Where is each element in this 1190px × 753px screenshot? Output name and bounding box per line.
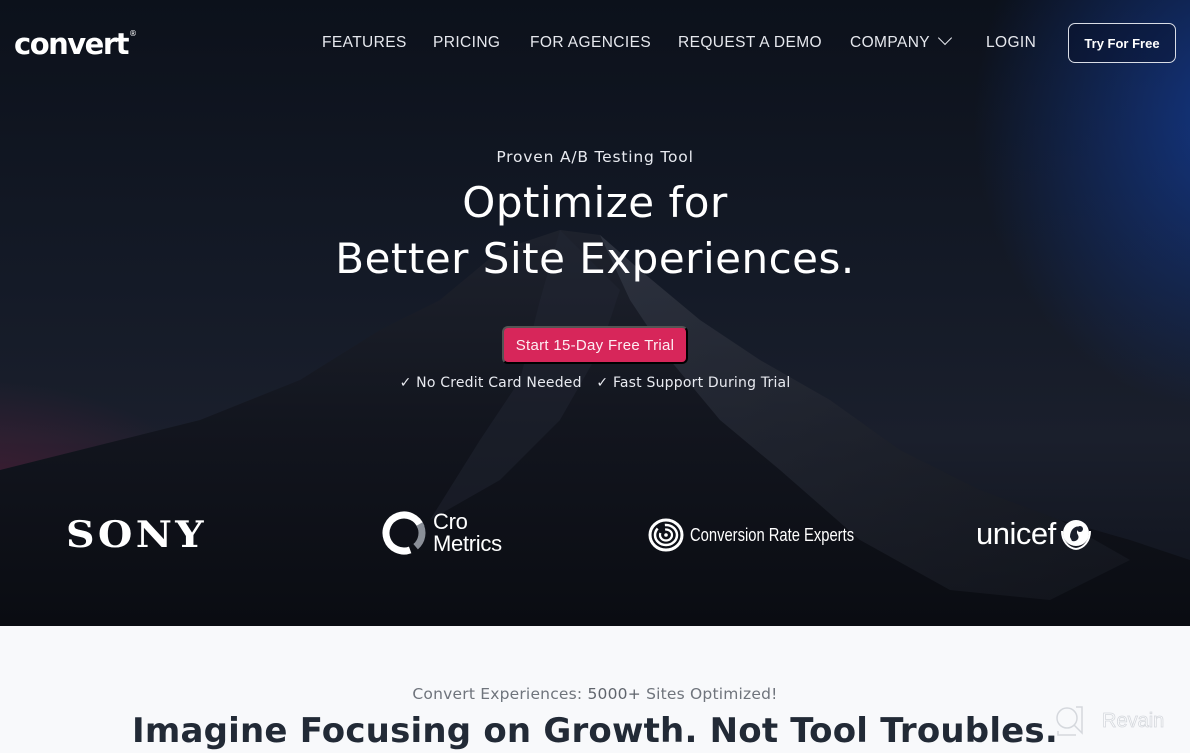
- sony-logo: SONY: [66, 514, 207, 556]
- sites-count: 5000+: [587, 685, 641, 703]
- revain-logo-icon: [1056, 706, 1083, 736]
- maze-icon: [648, 518, 684, 552]
- cro-metrics-line-1: Cro: [433, 509, 468, 534]
- main-nav: FEATURES PRICING FOR AGENCIES REQUEST A …: [0, 22, 1190, 64]
- nav-login[interactable]: LOGIN: [986, 22, 1036, 64]
- headline-line-2: Better Site Experiences.: [335, 234, 855, 283]
- unicef-text: unicef: [976, 516, 1056, 551]
- cro-metrics-line-2: Metrics: [433, 531, 502, 556]
- unicef-logo: unicef: [976, 516, 1094, 552]
- unicef-emblem-icon: [1060, 520, 1091, 550]
- social-proof-section: Convert Experiences: 5000+ Sites Optimiz…: [0, 626, 1190, 753]
- hero-section: convert ® FEATURES PRICING FOR AGENCIES …: [0, 0, 1190, 626]
- conversion-rate-experts-text: Conversion Rate Experts: [690, 524, 855, 545]
- conversion-rate-experts-logo: Conversion Rate Experts: [648, 518, 890, 552]
- nav-request-a-demo[interactable]: REQUEST A DEMO: [678, 22, 822, 64]
- hero-eyebrow: Proven A/B Testing Tool: [496, 148, 694, 166]
- try-for-free-button[interactable]: Try For Free: [1068, 23, 1176, 63]
- nav-features[interactable]: FEATURES: [322, 22, 407, 64]
- hero-headline: Optimize for Better Site Experiences.: [0, 175, 1190, 287]
- social-proof-title: Imagine Focusing on Growth. Not Tool Tro…: [132, 711, 1058, 751]
- start-free-trial-button[interactable]: Start 15-Day Free Trial: [502, 326, 688, 364]
- checkmark-icon: ✓: [399, 375, 412, 391]
- trial-benefits: ✓ No Credit Card Needed ✓ Fast Support D…: [0, 375, 1190, 391]
- nav-company-dropdown[interactable]: COMPANY: [850, 22, 953, 64]
- chevron-down-icon: [937, 30, 953, 46]
- cro-metrics-logo: Cro Metrics: [381, 510, 502, 556]
- headline-line-1: Optimize for: [462, 178, 728, 227]
- social-proof-subtitle: Convert Experiences: 5000+ Sites Optimiz…: [412, 685, 778, 703]
- revain-text: Revain: [1102, 709, 1165, 732]
- nav-company-label: COMPANY: [850, 34, 931, 51]
- cro-metrics-ring-icon: [382, 511, 426, 555]
- revain-watermark: Revain: [1054, 705, 1165, 737]
- nav-pricing[interactable]: PRICING: [433, 22, 500, 64]
- nav-for-agencies[interactable]: FOR AGENCIES: [530, 22, 651, 64]
- checkmark-icon: ✓: [596, 375, 609, 391]
- benefit-no-credit-card: ✓ No Credit Card Needed: [399, 375, 582, 391]
- benefit-fast-support: ✓ Fast Support During Trial: [596, 375, 791, 391]
